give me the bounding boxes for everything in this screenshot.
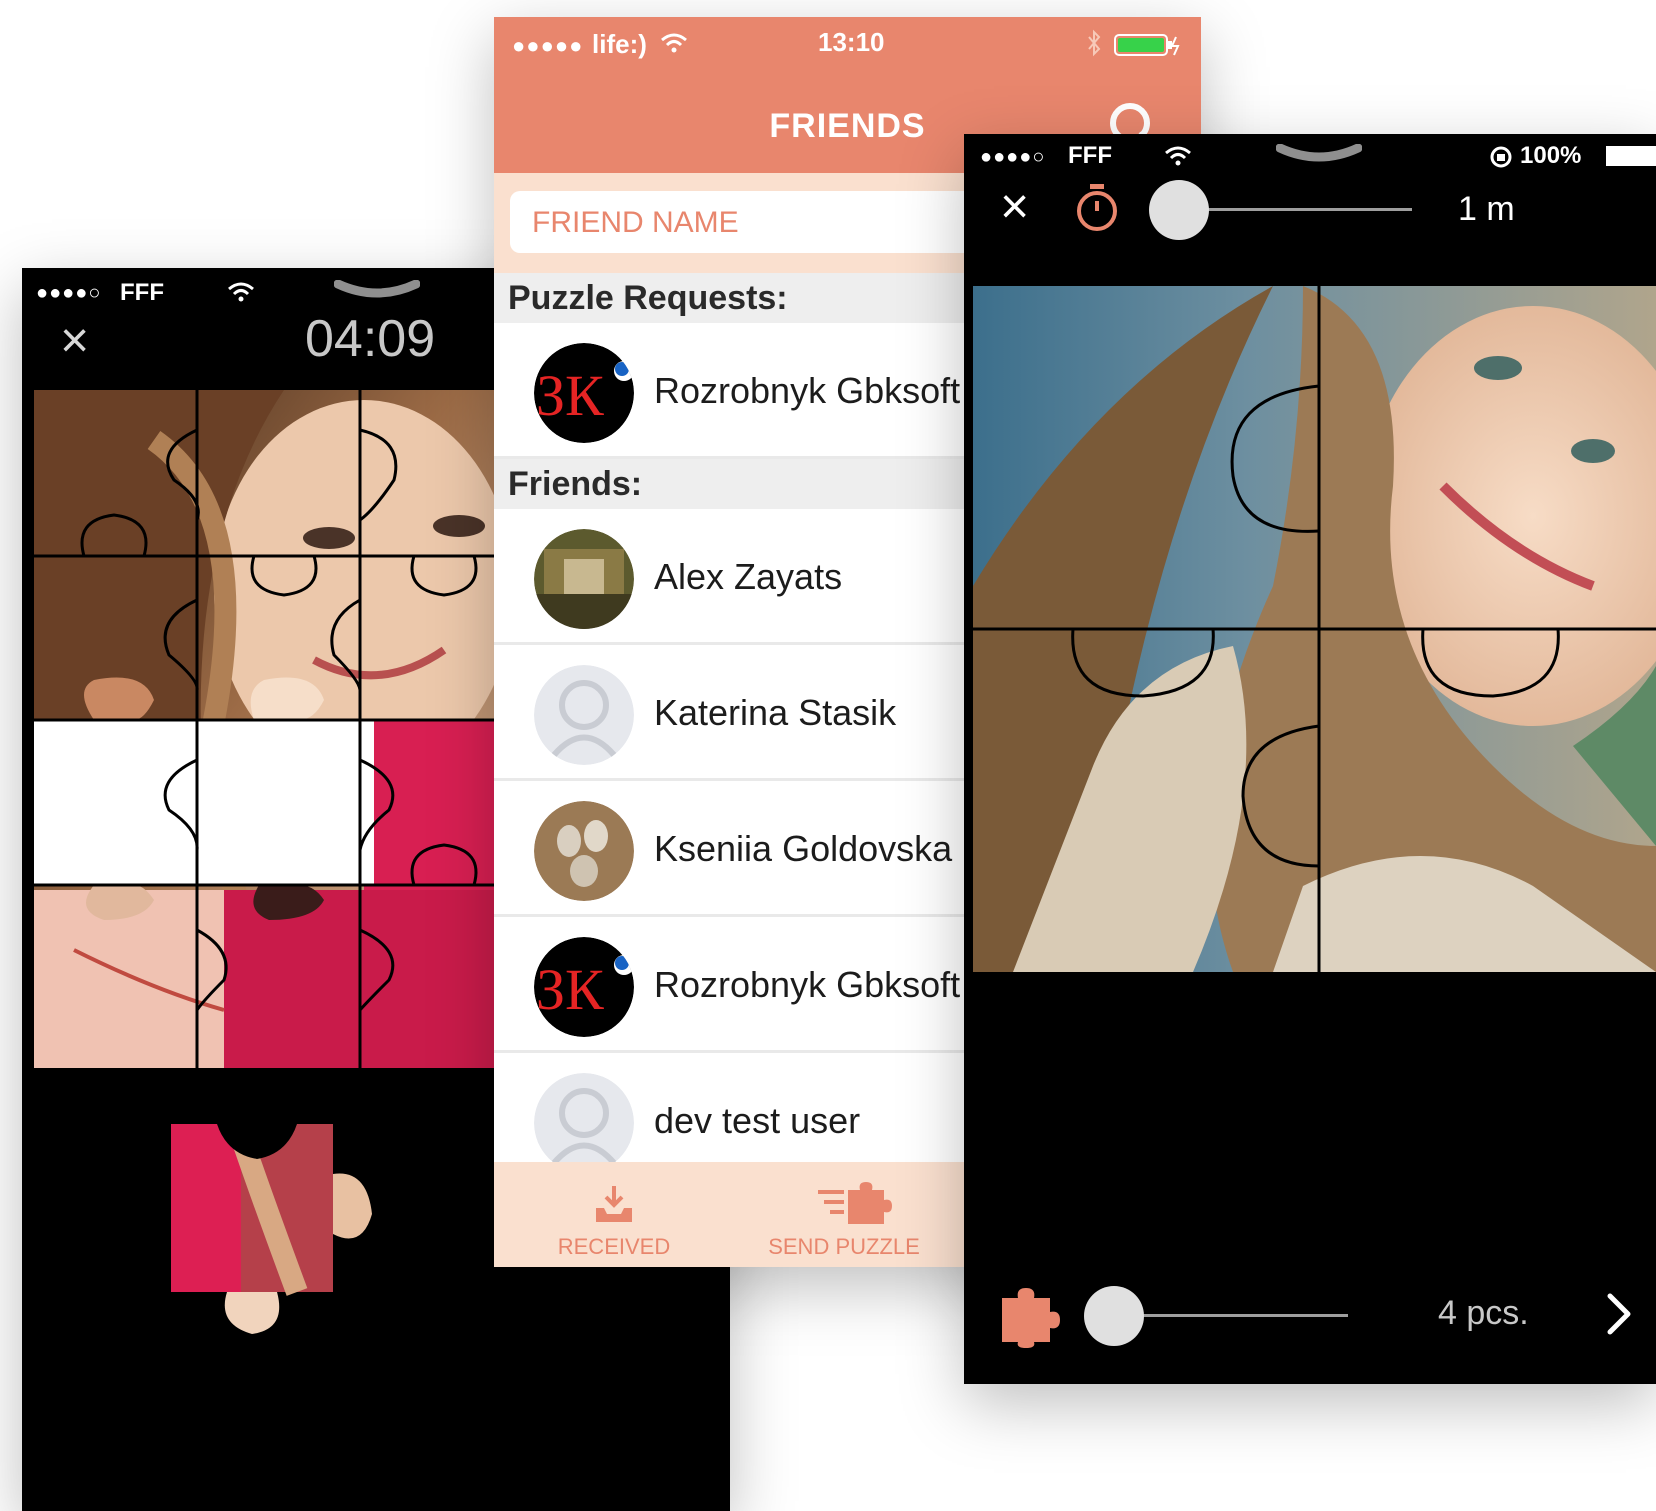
friend-name: Kseniia Goldovska bbox=[654, 828, 953, 869]
pull-down-handle-icon[interactable] bbox=[334, 280, 420, 302]
battery-icon bbox=[1606, 146, 1656, 166]
request-name: Rozrobnyk Gbksoft bbox=[654, 370, 961, 411]
tab-send-puzzle[interactable]: SEND PUZZLE bbox=[724, 1162, 964, 1267]
avatar: ЗК bbox=[534, 937, 634, 1037]
status-bar: ●●●●● life:) 13:10 bbox=[494, 17, 1201, 73]
default-avatar-icon bbox=[534, 1073, 634, 1173]
tab-received[interactable]: RECEIVED bbox=[494, 1162, 734, 1267]
pieces-slider-knob[interactable] bbox=[1084, 1286, 1144, 1346]
carrier-label: FFF bbox=[120, 279, 164, 306]
friend-name: Rozrobnyk Gbksoft bbox=[654, 964, 961, 1005]
tab-received-label: RECEIVED bbox=[557, 1234, 671, 1259]
signal-dots: ●●●●○ bbox=[980, 146, 1046, 168]
signal-dots: ●●●●○ bbox=[36, 282, 102, 304]
carrier-label: FFF bbox=[1068, 142, 1112, 169]
close-button[interactable]: × bbox=[1000, 181, 1044, 231]
stopwatch-icon bbox=[1077, 184, 1117, 231]
avatar bbox=[534, 801, 634, 901]
time-value: 1 m bbox=[1458, 190, 1515, 228]
battery-icon bbox=[1114, 34, 1180, 56]
time-slider-knob[interactable] bbox=[1149, 180, 1209, 240]
chevron-right-icon[interactable] bbox=[1604, 1290, 1634, 1338]
friend-name: Alex Zayats bbox=[654, 556, 843, 597]
rotation-lock-icon bbox=[1490, 146, 1512, 168]
inbox-download-icon bbox=[596, 1186, 632, 1222]
carrier-label: life:) bbox=[592, 29, 647, 59]
battery-percent: 100% bbox=[1520, 142, 1582, 169]
puzzle-preview-photo bbox=[973, 286, 1656, 972]
loose-puzzle-piece[interactable] bbox=[147, 1124, 385, 1356]
create-puzzle-screen: ●●●●○ FFF 100% × 1 m 4 pcs. bbox=[964, 134, 1656, 1384]
svg-text:ЗК: ЗК bbox=[536, 957, 604, 1022]
puzzle-board[interactable] bbox=[34, 390, 504, 1068]
svg-text:ЗК: ЗК bbox=[536, 363, 604, 428]
wifi-icon bbox=[228, 282, 254, 302]
pieces-slider-track[interactable] bbox=[1114, 1314, 1348, 1317]
avatar bbox=[534, 529, 634, 629]
pieces-value: 4 pcs. bbox=[1438, 1294, 1529, 1332]
signal-dots: ●●●●● bbox=[512, 33, 584, 58]
countdown-timer: 04:09 bbox=[305, 310, 436, 368]
close-button[interactable]: × bbox=[60, 315, 104, 365]
clock-label: 13:10 bbox=[818, 27, 885, 57]
wifi-icon bbox=[1165, 146, 1191, 166]
friend-name: Katerina Stasik bbox=[654, 692, 897, 733]
bluetooth-icon bbox=[1088, 29, 1101, 57]
default-avatar-icon bbox=[534, 665, 634, 765]
tab-send-puzzle-label: SEND PUZZLE bbox=[768, 1234, 920, 1259]
send-puzzle-icon bbox=[818, 1182, 892, 1224]
pull-down-handle-icon[interactable] bbox=[1276, 144, 1362, 166]
puzzle-piece-icon bbox=[1002, 1288, 1060, 1348]
avatar: ЗК bbox=[534, 343, 634, 443]
status-bar: ●●●●○ FFF 100% bbox=[964, 134, 1656, 184]
wifi-icon bbox=[661, 33, 687, 53]
